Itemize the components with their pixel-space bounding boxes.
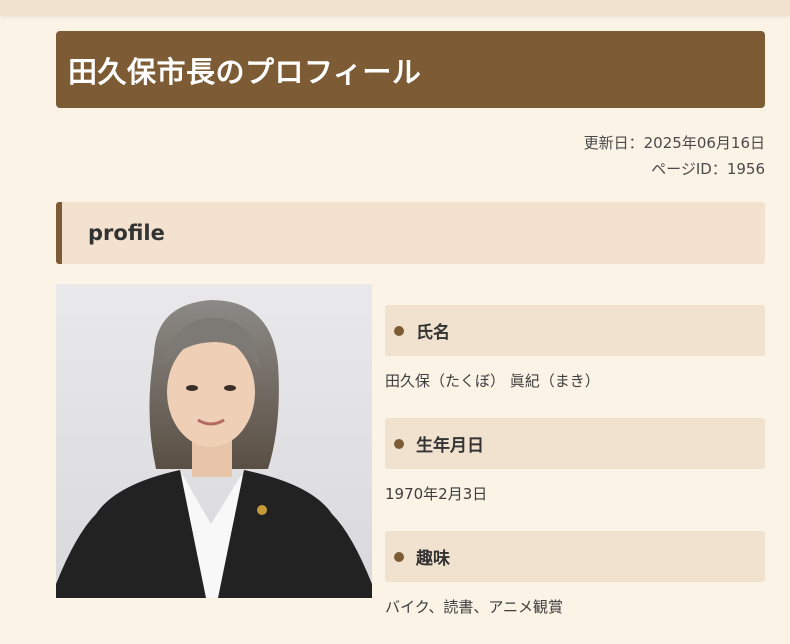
bullet-icon (394, 551, 404, 562)
value-birthdate: 1970年2月3日 (385, 485, 488, 503)
bullet-icon (394, 438, 404, 449)
label-hobby: 趣味 (385, 531, 765, 582)
value-name: 田久保（たくぼ） 眞紀（まき） (385, 372, 600, 390)
bullet-icon (394, 325, 404, 336)
page-meta: 更新日：2025年06月16日 ページID：1956 (584, 130, 765, 182)
top-bar (0, 0, 790, 16)
page-title-banner: 田久保市長のプロフィール (56, 31, 765, 108)
section-heading: profile (88, 221, 165, 245)
section-heading-box: profile (56, 202, 765, 264)
updated-date: 更新日：2025年06月16日 (583, 134, 765, 152)
label-birthdate: 生年月日 (385, 418, 765, 469)
portrait-image (56, 284, 372, 598)
label-name: 氏名 (385, 305, 765, 356)
value-hobby: バイク、読書、アニメ観賞 (385, 598, 564, 616)
page-id: ページID：1956 (651, 160, 765, 178)
label-birthdate-text: 生年月日 (416, 436, 484, 456)
profile-info: 氏名 田久保（たくぼ） 眞紀（まき） 生年月日 1970年2月3日 趣味 バイク… (385, 305, 765, 644)
label-name-text: 氏名 (416, 323, 450, 343)
page-title: 田久保市長のプロフィール (68, 54, 422, 89)
label-hobby-text: 趣味 (416, 549, 450, 569)
mayor-photo (56, 284, 372, 598)
